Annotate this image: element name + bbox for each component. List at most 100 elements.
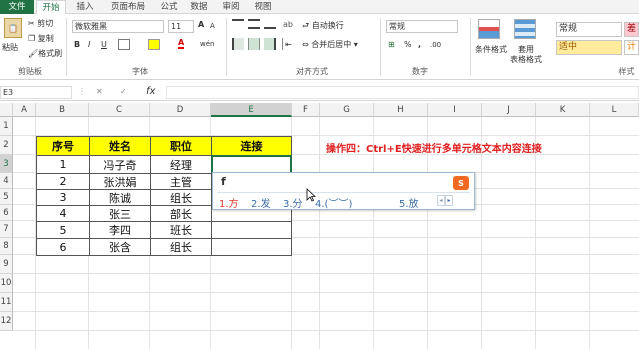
header-cell-concat[interactable]: 连接	[211, 136, 292, 156]
table-cell[interactable]: 组长	[150, 189, 212, 206]
comma-button[interactable]: ,	[418, 40, 421, 49]
tab-page-layout[interactable]: 页面布局	[104, 0, 152, 14]
paste-button[interactable]: 粘贴	[2, 42, 18, 53]
bold-button[interactable]: B	[74, 40, 80, 49]
tab-formulas[interactable]: 公式	[156, 0, 182, 14]
percent-button[interactable]: %	[404, 40, 412, 49]
shrink-font-button[interactable]: A	[210, 22, 215, 30]
increase-decimal-button[interactable]: .00	[430, 41, 441, 49]
table-cell[interactable]: 5	[36, 221, 90, 239]
col-header[interactable]: C	[89, 103, 150, 117]
col-header[interactable]: A	[13, 103, 36, 117]
table-cell[interactable]: 陈诚	[89, 189, 151, 206]
align-right-icon[interactable]	[264, 38, 276, 50]
fill-color-icon[interactable]	[148, 39, 160, 50]
table-cell[interactable]: 4	[36, 205, 90, 222]
table-cell[interactable]: 经理	[150, 155, 212, 174]
header-cell-position[interactable]: 职位	[150, 136, 212, 156]
tab-review[interactable]: 审阅	[218, 0, 244, 14]
table-cell[interactable]	[211, 221, 292, 239]
table-cell[interactable]: 1	[36, 155, 90, 174]
conditional-format-button[interactable]: 条件格式	[475, 44, 507, 55]
col-header[interactable]: K	[536, 103, 590, 117]
middle-align-icon[interactable]	[248, 19, 260, 29]
row-header[interactable]: 10	[0, 274, 13, 293]
style-moderate[interactable]: 适中	[556, 40, 622, 55]
row-header[interactable]: 1	[0, 117, 13, 136]
ime-candidate[interactable]: 2.发	[251, 195, 271, 210]
table-cell[interactable]	[211, 238, 292, 256]
top-align-icon[interactable]	[232, 19, 244, 29]
table-cell[interactable]: 3	[36, 189, 90, 206]
format-as-table-icon[interactable]	[514, 19, 536, 39]
row-header-selected[interactable]: 3	[0, 155, 13, 173]
tab-file[interactable]: 文件	[0, 0, 34, 14]
paste-icon[interactable]: 📋	[4, 18, 22, 38]
tab-insert[interactable]: 插入	[70, 0, 100, 14]
phonetic-button[interactable]: wén	[200, 40, 214, 48]
cancel-icon[interactable]: ✕	[96, 87, 103, 96]
cut-button[interactable]: ✂ 剪切	[28, 18, 53, 29]
align-center-icon[interactable]	[248, 38, 260, 50]
row-header[interactable]: 2	[0, 136, 13, 155]
table-cell[interactable]: 冯子奇	[89, 155, 151, 174]
row-header[interactable]: 11	[0, 293, 13, 312]
table-cell[interactable]: 班长	[150, 221, 212, 239]
bottom-align-icon[interactable]	[264, 19, 276, 29]
formula-input[interactable]	[166, 86, 639, 99]
wrap-text-button[interactable]: ⮐ 自动换行	[302, 20, 344, 34]
row-header[interactable]: 5	[0, 189, 13, 205]
col-header[interactable]: L	[590, 103, 639, 117]
merge-center-button[interactable]: ⇔ 合并后居中 ▾	[302, 39, 358, 50]
row-header[interactable]: 9	[0, 255, 13, 274]
table-cell[interactable]: 李四	[89, 221, 151, 239]
function-icon[interactable]: fx	[146, 86, 155, 97]
header-cell-name[interactable]: 姓名	[89, 136, 151, 156]
italic-button[interactable]: I	[88, 40, 90, 49]
ime-candidate[interactable]: 1.方	[219, 195, 239, 210]
table-cell[interactable]: 主管	[150, 173, 212, 190]
tab-home[interactable]: 开始	[36, 0, 66, 15]
next-page-icon[interactable]: ▸	[445, 195, 453, 206]
font-size-select[interactable]: 11	[168, 20, 194, 33]
row-header[interactable]: 7	[0, 221, 13, 238]
tab-view[interactable]: 视图	[250, 0, 276, 14]
name-box[interactable]: E3	[0, 86, 72, 99]
decrease-indent-icon[interactable]: ⇤	[282, 38, 294, 50]
col-header[interactable]: F	[292, 103, 320, 117]
ime-candidate[interactable]: 3.分	[283, 195, 303, 210]
underline-button[interactable]: U	[101, 40, 107, 49]
tab-data[interactable]: 数据	[186, 0, 212, 14]
col-header[interactable]: H	[374, 103, 428, 117]
grow-font-button[interactable]: A	[198, 20, 204, 29]
format-painter-button[interactable]: 🖌格式刷	[28, 48, 62, 59]
style-normal[interactable]: 常规	[556, 22, 622, 37]
table-cell[interactable]: 张洪娟	[89, 173, 151, 190]
header-cell-index[interactable]: 序号	[36, 136, 90, 156]
row-header[interactable]: 12	[0, 312, 13, 331]
conditional-format-icon[interactable]	[478, 19, 500, 39]
style-calculation[interactable]: 计	[624, 40, 639, 55]
table-cell[interactable]: 组长	[150, 238, 212, 256]
orientation-icon[interactable]: ab	[280, 18, 296, 30]
col-header-selected[interactable]: E	[211, 103, 292, 117]
col-header[interactable]: I	[428, 103, 482, 117]
ime-candidate[interactable]: 4.(︶︶)	[315, 195, 352, 210]
prev-page-icon[interactable]: ◂	[437, 195, 445, 206]
table-cell[interactable]: 部长	[150, 205, 212, 222]
col-header[interactable]: G	[320, 103, 374, 117]
select-all-corner[interactable]	[0, 103, 13, 117]
table-cell[interactable]: 6	[36, 238, 90, 256]
number-format-select[interactable]: 常规	[386, 20, 458, 33]
align-left-icon[interactable]	[232, 38, 244, 50]
font-name-select[interactable]: 微软雅黑	[72, 20, 164, 33]
col-header[interactable]: B	[36, 103, 89, 117]
border-icon[interactable]	[118, 39, 130, 50]
table-cell[interactable]: 张含	[89, 238, 151, 256]
table-cell[interactable]: 2	[36, 173, 90, 190]
ime-candidate[interactable]: 5.放	[399, 195, 419, 210]
copy-button[interactable]: ❐ 复制	[28, 33, 54, 44]
col-header[interactable]: D	[150, 103, 211, 117]
table-cell[interactable]: 张三	[89, 205, 151, 222]
font-color-button[interactable]: A	[178, 38, 185, 49]
